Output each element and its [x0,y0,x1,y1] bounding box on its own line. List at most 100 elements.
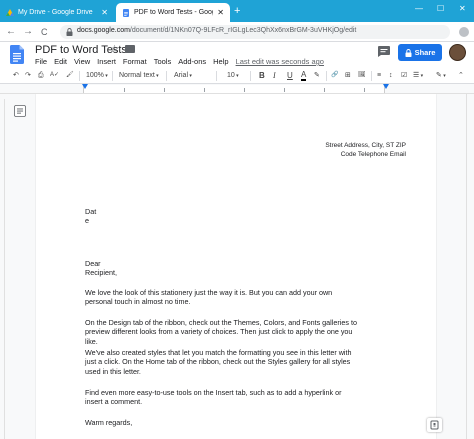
ruler-tick [324,88,325,92]
print-button[interactable]: ⎙ [38,70,44,81]
menu-format[interactable]: Format [123,57,147,66]
tab-strip: My Drive - Google Drive ✕ PDF to Word Te… [0,0,474,22]
date-line: e [85,216,89,226]
left-margin-line [4,99,10,439]
explore-button[interactable] [427,418,442,432]
minimize-button[interactable]: — [415,4,423,14]
forward-button[interactable]: → [23,26,33,38]
spellcheck-button[interactable]: A✓ [50,70,59,81]
closing-text: Warm regards, [85,418,133,427]
formatting-toolbar: ↶ ↷ ⎙ A✓ 🖌 100% Normal text Arial 10 B I… [0,68,474,84]
align-button[interactable]: ≡ [377,70,381,81]
closing: Warm regards, [85,418,360,427]
body-paragraph: We love the look of this stationery just… [85,288,360,307]
sender-address: Street Address, City, ST ZIP Code Teleph… [325,141,406,159]
menu-add-ons[interactable]: Add-ons [178,57,206,66]
text-color-button[interactable]: A [301,70,307,81]
menu-insert[interactable]: Insert [97,57,116,66]
window-close-button[interactable]: ✕ [459,4,466,14]
avatar[interactable] [449,44,466,61]
lock-icon [66,28,73,36]
omnibox[interactable]: docs.google.com/document/d/1NKn07Q-9LFcR… [60,25,450,39]
highlight-button[interactable]: ✎ [314,70,320,81]
ruler-tick [164,88,165,92]
toolbar-divider [112,71,113,81]
toolbar-divider [79,71,80,81]
date-block: Dat e [85,207,360,226]
ruler-page-area [83,85,385,93]
line-spacing-button[interactable]: ↕ [389,70,393,81]
menu-edit[interactable]: Edit [54,57,67,66]
url-path: /document/d/1NKn07Q-9LFcR_rIGLgLec3QhXx6… [129,27,357,34]
tab-my-drive[interactable]: My Drive - Google Drive ✕ [0,3,114,22]
paragraph-text: Find even more easy-to-use tools on the … [85,388,342,407]
menu-tools[interactable]: Tools [154,57,172,66]
menu-view[interactable]: View [74,57,90,66]
comment-history-icon[interactable] [378,46,390,57]
bold-button[interactable]: B [259,70,265,81]
left-indent-marker[interactable] [82,84,88,89]
menu-file[interactable]: File [35,57,47,66]
zoom-select[interactable]: 100% [86,70,108,82]
collapse-menu-button[interactable]: ⌃ [458,70,464,81]
share-button[interactable]: Share [398,44,442,61]
paint-format-button[interactable]: 🖌 [66,70,74,81]
url-text: docs.google.com/document/d/1NKn07Q-9LFcR… [77,27,356,34]
font-select[interactable]: Arial [174,70,192,82]
underline-button[interactable]: U [287,70,293,81]
ruler-tick [364,88,365,92]
last-edit-link[interactable]: Last edit was seconds ago [236,57,324,66]
right-indent-marker[interactable] [383,84,389,89]
drive-icon [6,8,14,16]
menu-bar: File Edit View Insert Format Tools Add-o… [35,57,324,66]
italic-button[interactable]: I [273,70,276,81]
share-label: Share [414,48,436,57]
insert-comment-button[interactable]: ⊞ [345,70,351,81]
menu-help[interactable]: Help [213,57,228,66]
greeting-block: Dear Recipient, [85,259,360,278]
back-button[interactable]: ← [6,26,16,38]
maximize-button[interactable]: ☐ [437,4,444,14]
ruler-tick [244,88,245,92]
tab-google-docs[interactable]: PDF to Word Tests - Google Docs ✕ [116,3,230,22]
font-size-select[interactable]: 10 [227,70,239,82]
new-tab-button[interactable]: + [234,5,240,17]
greeting-line: Recipient, [85,268,117,278]
undo-button[interactable]: ↶ [13,70,19,81]
reload-button[interactable]: C [41,26,48,38]
body-paragraph: We've also created styles that let you m… [85,348,360,376]
editing-mode-button[interactable]: ✎ [436,70,446,82]
folder-icon[interactable] [125,45,135,53]
star-icon[interactable]: ☆ [110,44,119,55]
docs-icon [123,8,129,17]
address-bar-row: ← → C docs.google.com/document/d/1NKn07Q… [0,22,474,42]
checklist-button[interactable]: ☑ [401,70,407,81]
insert-link-button[interactable]: 🔗 [331,70,338,81]
close-icon[interactable]: ✕ [101,8,108,17]
sender-address-line: Street Address, City, ST ZIP [325,142,406,149]
profile-icon[interactable] [459,27,469,37]
document-outline-icon[interactable] [14,105,26,117]
browser-window: My Drive - Google Drive ✕ PDF to Word Te… [0,0,474,439]
url-host: docs.google.com [77,27,130,34]
bulleted-list-button[interactable]: ☰ [413,70,423,82]
lock-icon [405,48,412,57]
sender-contact-line: Code Telephone Email [340,151,406,158]
paragraph-text: On the Design tab of the ribbon, check o… [85,318,357,346]
scrollbar-track[interactable] [466,94,467,439]
paragraph-text: We've also created styles that let you m… [85,348,352,376]
docs-logo-icon[interactable] [10,45,24,64]
ruler-tick [204,88,205,92]
body-paragraph: Find even more easy-to-use tools on the … [85,388,360,407]
insert-image-button[interactable]: 🖼 [358,70,366,81]
tab-title: My Drive - Google Drive [18,9,93,16]
ruler-tick [284,88,285,92]
ruler-tick [124,88,125,92]
document-page[interactable]: Street Address, City, ST ZIP Code Teleph… [36,94,436,439]
ruler [0,84,474,94]
redo-button[interactable]: ↷ [25,70,31,81]
body-paragraph: On the Design tab of the ribbon, check o… [85,318,360,346]
style-select[interactable]: Normal text [119,70,159,82]
close-icon[interactable]: ✕ [217,8,224,17]
toolbar-divider [166,71,167,81]
